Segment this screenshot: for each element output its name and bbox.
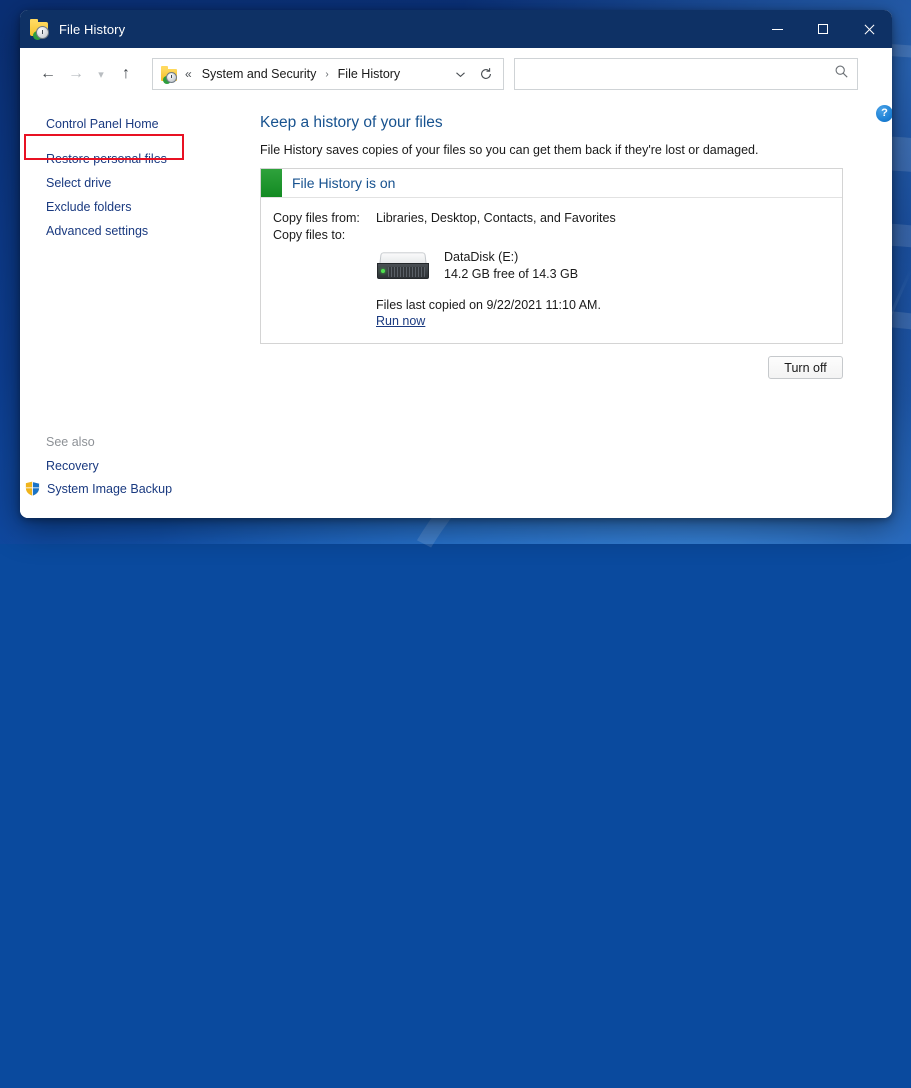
copy-files-to-row: Copy files to: xyxy=(273,228,842,242)
breadcrumb-item-file-history[interactable]: File History xyxy=(334,64,405,84)
navigation-bar: ← → ▾ ↑ « System and Security › File His… xyxy=(20,48,892,100)
close-icon xyxy=(863,23,875,35)
copy-files-to-label: Copy files to: xyxy=(273,228,346,242)
breadcrumb-separator-icon: › xyxy=(325,68,329,80)
uac-shield-icon xyxy=(25,481,40,496)
page-description: File History saves copies of your files … xyxy=(260,143,759,157)
external-hard-drive-icon xyxy=(376,250,430,282)
see-also-label: System Image Backup xyxy=(47,481,173,496)
copy-files-from-row: Copy files from: Libraries, Desktop, Con… xyxy=(273,211,842,225)
window-title: File History xyxy=(59,21,126,37)
file-history-window: File History ← → ▾ ↑ « System and Securi… xyxy=(20,10,892,518)
close-button[interactable] xyxy=(846,10,892,48)
recent-locations-button[interactable]: ▾ xyxy=(90,60,112,88)
chevron-down-glyph xyxy=(455,71,465,77)
chevron-down-icon[interactable] xyxy=(447,61,473,87)
main-content: ? Keep a history of your files File Hist… xyxy=(240,100,892,518)
copy-files-from-value: Libraries, Desktop, Contacts, and Favori… xyxy=(376,211,616,225)
see-also-section: See also Recovery System Image Backup xyxy=(20,435,240,500)
status-badge: File History is on xyxy=(292,175,396,191)
title-bar[interactable]: File History xyxy=(20,10,892,48)
refresh-glyph xyxy=(481,68,491,79)
sidebar-item-exclude-folders[interactable]: Exclude folders xyxy=(20,195,240,219)
address-bar[interactable]: « System and Security › File History xyxy=(152,58,504,90)
page-title: Keep a history of your files xyxy=(260,114,443,131)
see-also-link-system-image-backup[interactable]: System Image Backup xyxy=(20,477,240,500)
breadcrumb-overflow-icon[interactable]: « xyxy=(185,67,192,81)
maximize-button[interactable] xyxy=(800,10,846,48)
search-box[interactable] xyxy=(514,58,858,90)
drive-name: DataDisk (E:) xyxy=(444,250,519,264)
sidebar-item-select-drive[interactable]: Select drive xyxy=(20,171,240,195)
file-history-status-panel: File History is on Copy files from: Libr… xyxy=(260,168,843,344)
minimize-icon xyxy=(771,28,783,30)
last-copied-text: Files last copied on 9/22/2021 11:10 AM. xyxy=(376,298,601,312)
refresh-icon[interactable] xyxy=(473,61,499,87)
copy-files-from-label: Copy files from: xyxy=(273,211,360,225)
window-body: Control Panel Home Restore personal file… xyxy=(20,100,892,518)
search-glyph xyxy=(835,65,848,78)
see-also-link-recovery[interactable]: Recovery xyxy=(20,455,240,477)
see-also-title: See also xyxy=(46,435,95,449)
status-panel-body: Copy files from: Libraries, Desktop, Con… xyxy=(261,198,842,343)
forward-button[interactable]: → xyxy=(62,60,90,88)
status-indicator-swatch xyxy=(261,169,282,197)
back-button[interactable]: ← xyxy=(34,60,62,88)
sidebar-item-restore-personal-files[interactable]: Restore personal files xyxy=(20,147,240,171)
search-input[interactable] xyxy=(523,67,834,81)
sidebar-item-advanced-settings[interactable]: Advanced settings xyxy=(20,219,240,243)
run-now-link[interactable]: Run now xyxy=(376,314,425,328)
minimize-button[interactable] xyxy=(754,10,800,48)
drive-info: DataDisk (E:) 14.2 GB free of 14.3 GB xyxy=(444,249,578,282)
status-header: File History is on xyxy=(261,169,842,198)
sidebar-item-control-panel-home[interactable]: Control Panel Home xyxy=(20,112,240,136)
file-history-folder-clock-icon xyxy=(161,65,178,84)
see-also-label: Recovery xyxy=(46,459,99,473)
window-controls xyxy=(754,10,892,48)
drive-capacity: 14.2 GB free of 14.3 GB xyxy=(444,266,579,281)
action-button-row: Turn off xyxy=(260,356,843,379)
sidebar: Control Panel Home Restore personal file… xyxy=(20,100,240,518)
breadcrumb-item-system-and-security[interactable]: System and Security xyxy=(198,64,321,84)
file-history-folder-clock-icon xyxy=(30,19,50,40)
turn-off-button[interactable]: Turn off xyxy=(768,356,843,379)
maximize-icon xyxy=(818,24,828,34)
search-icon[interactable] xyxy=(834,64,849,84)
target-drive-row: DataDisk (E:) 14.2 GB free of 14.3 GB xyxy=(376,249,842,282)
help-button[interactable]: ? xyxy=(876,105,892,122)
up-button[interactable]: ↑ xyxy=(112,60,140,88)
